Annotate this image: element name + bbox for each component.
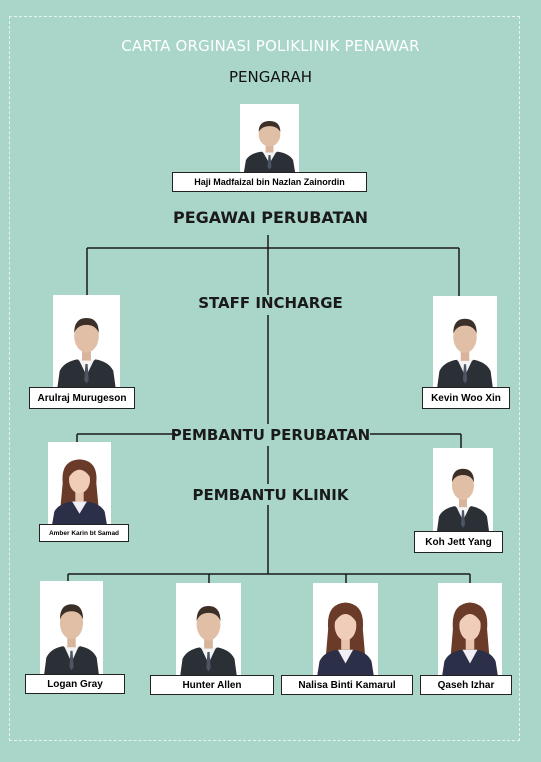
officer-right-name: Kevin Woo Xin (422, 387, 510, 409)
mid-right-name: Koh Jett Yang (414, 531, 503, 553)
officer-left-name: Arulraj Murugeson (29, 387, 135, 409)
clinic-4-photo (438, 583, 502, 675)
mid-right-photo (433, 448, 493, 531)
heading-pegawai-perubatan: PEGAWAI PERUBATAN (172, 208, 369, 227)
heading-pengarah: PENGARAH (229, 68, 312, 86)
mid-left-name: Amber Karin bt Samad (39, 524, 129, 542)
director-name: Haji Madfaizal bin Nazlan Zainordin (172, 172, 367, 192)
clinic-1-name: Logan Gray (25, 674, 125, 694)
officer-left-photo (53, 295, 120, 387)
clinic-3-name: Nalisa Binti Kamarul (281, 675, 413, 695)
clinic-3-photo (313, 583, 378, 675)
director-photo (240, 104, 299, 172)
clinic-4-name: Qaseh Izhar (420, 675, 512, 695)
mid-left-photo (48, 442, 111, 524)
officer-right-photo (433, 296, 497, 387)
clinic-1-photo (40, 581, 103, 674)
clinic-2-photo (176, 583, 241, 675)
clinic-2-name: Hunter Allen (150, 675, 274, 695)
